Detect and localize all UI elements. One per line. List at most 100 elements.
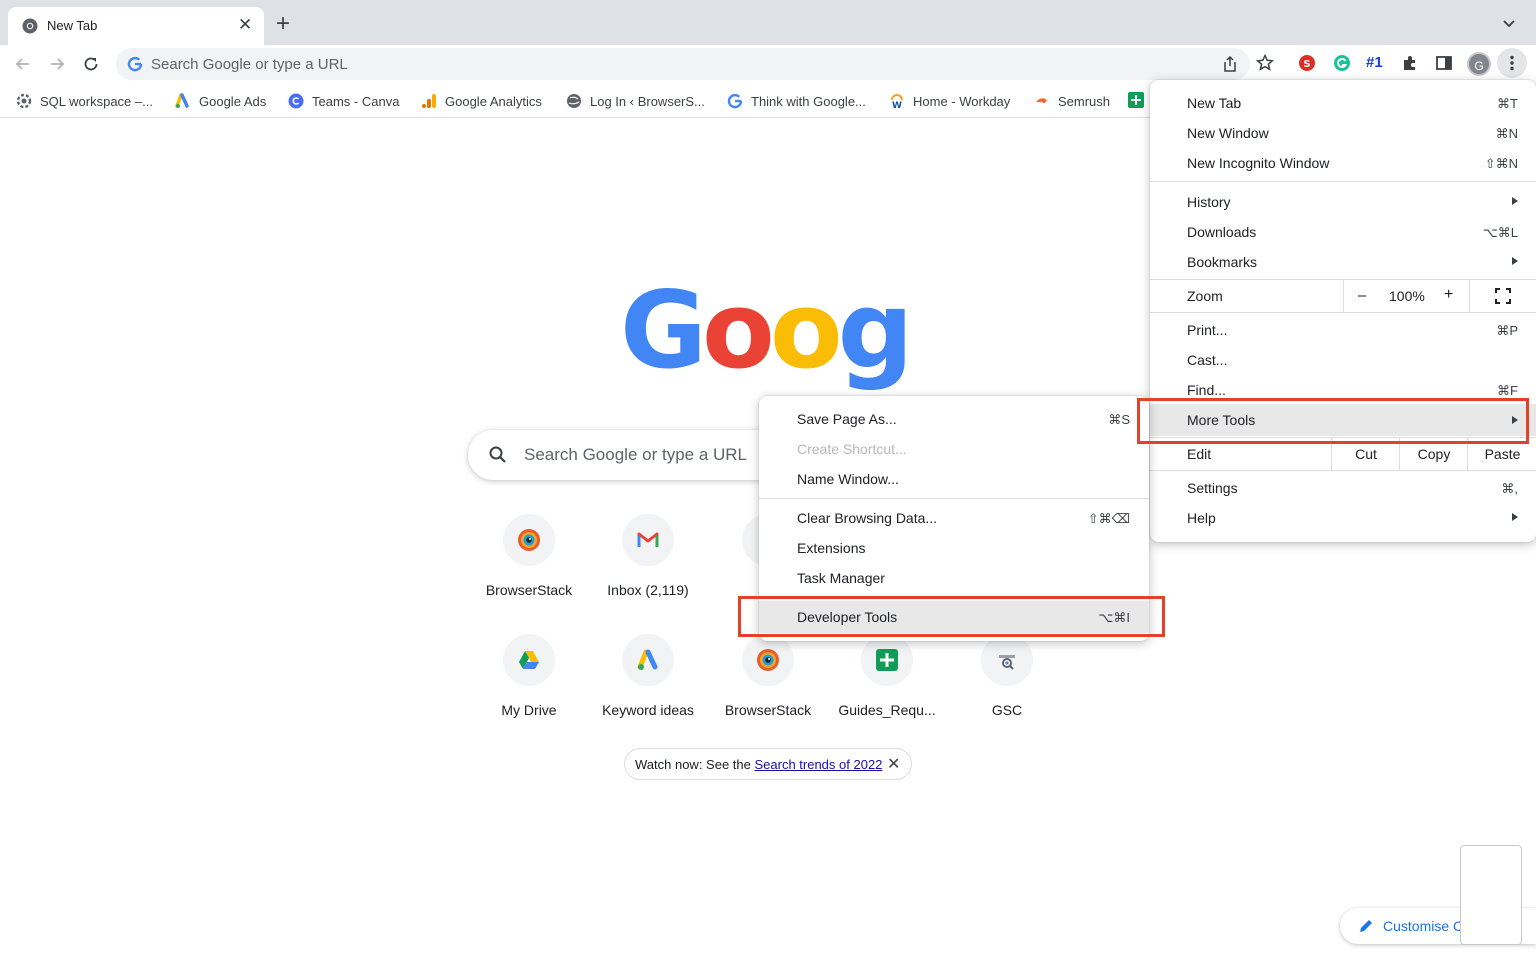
share-icon[interactable] <box>1221 55 1239 73</box>
back-arrow-icon[interactable] <box>13 54 33 74</box>
submenu-item-clear-browsing-data[interactable]: Clear Browsing Data... ⇧⌘⌫ <box>759 503 1149 533</box>
menu-shortcut: ⌘N <box>1495 126 1518 141</box>
zoom-in-button[interactable]: + <box>1444 286 1453 304</box>
side-panel-icon[interactable] <box>1434 53 1454 73</box>
promo-link[interactable]: Search trends of 2022 <box>754 757 882 772</box>
bookmark-workday[interactable]: W Home - Workday <box>889 92 1010 110</box>
tile-icon-circle <box>861 634 913 686</box>
new-tab-button[interactable]: + <box>276 12 290 36</box>
menu-label: Extensions <box>797 540 866 556</box>
bookmark-label: Think with Google... <box>751 93 866 109</box>
star-icon[interactable] <box>1255 53 1275 73</box>
shortcut-tile-gsc[interactable]: GSC <box>951 634 1063 744</box>
submenu-arrow-icon <box>1512 513 1518 521</box>
tab-strip: New Tab ✕ + <box>0 0 1536 45</box>
menu-label: Downloads <box>1187 224 1257 240</box>
side-panel-placeholder <box>1460 845 1522 945</box>
shortcut-tile-guides[interactable]: Guides_Requ... <box>831 634 943 744</box>
profile-avatar[interactable]: G <box>1467 52 1491 76</box>
chevron-down-icon[interactable] <box>1502 16 1516 30</box>
menu-separator <box>1150 312 1536 313</box>
gmail-icon <box>637 532 659 547</box>
submenu-item-extensions[interactable]: Extensions <box>759 533 1149 563</box>
fullscreen-button[interactable] <box>1469 280 1536 312</box>
menu-item-settings[interactable]: Settings ⌘, <box>1150 473 1536 503</box>
shortcut-tile-keyword-ideas[interactable]: Keyword ideas <box>592 634 704 744</box>
reload-icon[interactable] <box>81 54 101 74</box>
menu-shortcut: ⌘P <box>1496 323 1518 338</box>
bookmark-label: SQL workspace –... <box>40 93 153 109</box>
bookmark-sql-workspace[interactable]: SQL workspace –... <box>16 92 153 110</box>
menu-item-new-tab[interactable]: New Tab ⌘T <box>1150 88 1536 118</box>
svg-text:S: S <box>1303 59 1310 70</box>
promo-prefix: Watch now: See the <box>635 757 755 772</box>
menu-item-cast[interactable]: Cast... <box>1150 345 1536 375</box>
seo-extension-icon[interactable]: S <box>1297 53 1317 73</box>
close-tab-icon[interactable]: ✕ <box>238 16 252 34</box>
google-sheets-bookmark-icon[interactable] <box>1128 92 1144 108</box>
bookmark-think-with-google[interactable]: Think with Google... <box>727 92 866 110</box>
bookmark-label: Log In ‹ BrowserS... <box>590 93 705 109</box>
menu-shortcut: ⌘T <box>1497 96 1518 111</box>
submenu-item-task-manager[interactable]: Task Manager <box>759 563 1149 593</box>
fullscreen-icon <box>1495 288 1511 304</box>
menu-item-new-window[interactable]: New Window ⌘N <box>1150 118 1536 148</box>
menu-label: Name Window... <box>797 471 899 487</box>
highlight-developer-tools <box>738 596 1165 637</box>
bookmark-google-analytics[interactable]: Google Analytics <box>421 92 542 110</box>
menu-item-downloads[interactable]: Downloads ⌥⌘L <box>1150 217 1536 247</box>
menu-item-history[interactable]: History <box>1150 187 1536 217</box>
shortcut-tile-my-drive[interactable]: My Drive <box>473 634 585 744</box>
tile-icon-circle <box>981 634 1033 686</box>
bookmark-browserstack-login[interactable]: Log In ‹ BrowserS... <box>566 92 705 110</box>
omnibox[interactable]: Search Google or type a URL <box>116 48 1250 80</box>
tab-new-tab[interactable]: New Tab ✕ <box>8 7 264 45</box>
tile-icon-circle <box>503 514 555 566</box>
close-icon[interactable]: ✕ <box>887 754 900 774</box>
menu-label: Settings <box>1187 480 1238 496</box>
rank-extension-label[interactable]: #1 <box>1366 54 1383 71</box>
globe-icon <box>567 94 581 108</box>
zoom-out-button[interactable]: – <box>1358 287 1366 304</box>
submenu-item-save-page-as[interactable]: Save Page As... ⌘S <box>759 404 1149 434</box>
highlight-more-tools <box>1137 398 1529 444</box>
tile-label: Keyword ideas <box>602 702 694 718</box>
cut-label: Cut <box>1355 446 1377 462</box>
bookmark-label: Home - Workday <box>913 93 1011 109</box>
zoom-level: 100% <box>1389 288 1425 304</box>
shortcut-tile-browserstack[interactable]: BrowserStack <box>473 514 585 624</box>
bookmark-google-ads[interactable]: Google Ads <box>175 92 266 110</box>
shortcut-tile-inbox[interactable]: Inbox (2,119) <box>592 514 704 624</box>
menu-item-print[interactable]: Print... ⌘P <box>1150 315 1536 345</box>
menu-label: Create Shortcut... <box>797 441 907 457</box>
menu-item-bookmarks[interactable]: Bookmarks <box>1150 247 1536 277</box>
submenu-item-name-window[interactable]: Name Window... <box>759 464 1149 494</box>
menu-shortcut: ⇧⌘⌫ <box>1087 511 1130 526</box>
menu-label: Cast... <box>1187 352 1228 368</box>
menu-separator <box>1150 181 1536 182</box>
zoom-controls: – 100% + <box>1343 280 1469 312</box>
chrome-menu-button[interactable] <box>1497 48 1527 78</box>
grammarly-extension-icon[interactable] <box>1332 53 1352 73</box>
menu-item-new-incognito-window[interactable]: New Incognito Window ⇧⌘N <box>1150 148 1536 178</box>
puzzle-icon[interactable] <box>1400 53 1420 73</box>
bookmark-teams-canva[interactable]: Teams - Canva <box>288 92 399 110</box>
gear-icon <box>16 93 32 109</box>
menu-shortcut: ⌘S <box>1108 412 1130 427</box>
menu-item-help[interactable]: Help <box>1150 503 1536 533</box>
forward-arrow-icon[interactable] <box>47 54 67 74</box>
svg-text:W: W <box>892 101 902 109</box>
shortcut-tile-browserstack-2[interactable]: BrowserStack <box>712 634 824 744</box>
menu-shortcut: ⌘, <box>1501 481 1518 496</box>
menu-shortcut: ⌘F <box>1497 383 1518 398</box>
tile-icon-circle <box>622 514 674 566</box>
svg-text:Google: Google <box>620 285 916 392</box>
promo-text: Watch now: See the Search trends of 2022 <box>635 757 882 772</box>
analytics-icon <box>422 94 436 108</box>
bookmark-semrush[interactable]: Semrush <box>1034 92 1110 110</box>
tile-icon-circle <box>622 634 674 686</box>
google-sheets-icon <box>876 649 898 671</box>
chrome-icon <box>22 18 38 34</box>
ntp-search-placeholder: Search Google or type a URL <box>524 445 748 464</box>
tile-label: Inbox (2,119) <box>607 582 689 598</box>
